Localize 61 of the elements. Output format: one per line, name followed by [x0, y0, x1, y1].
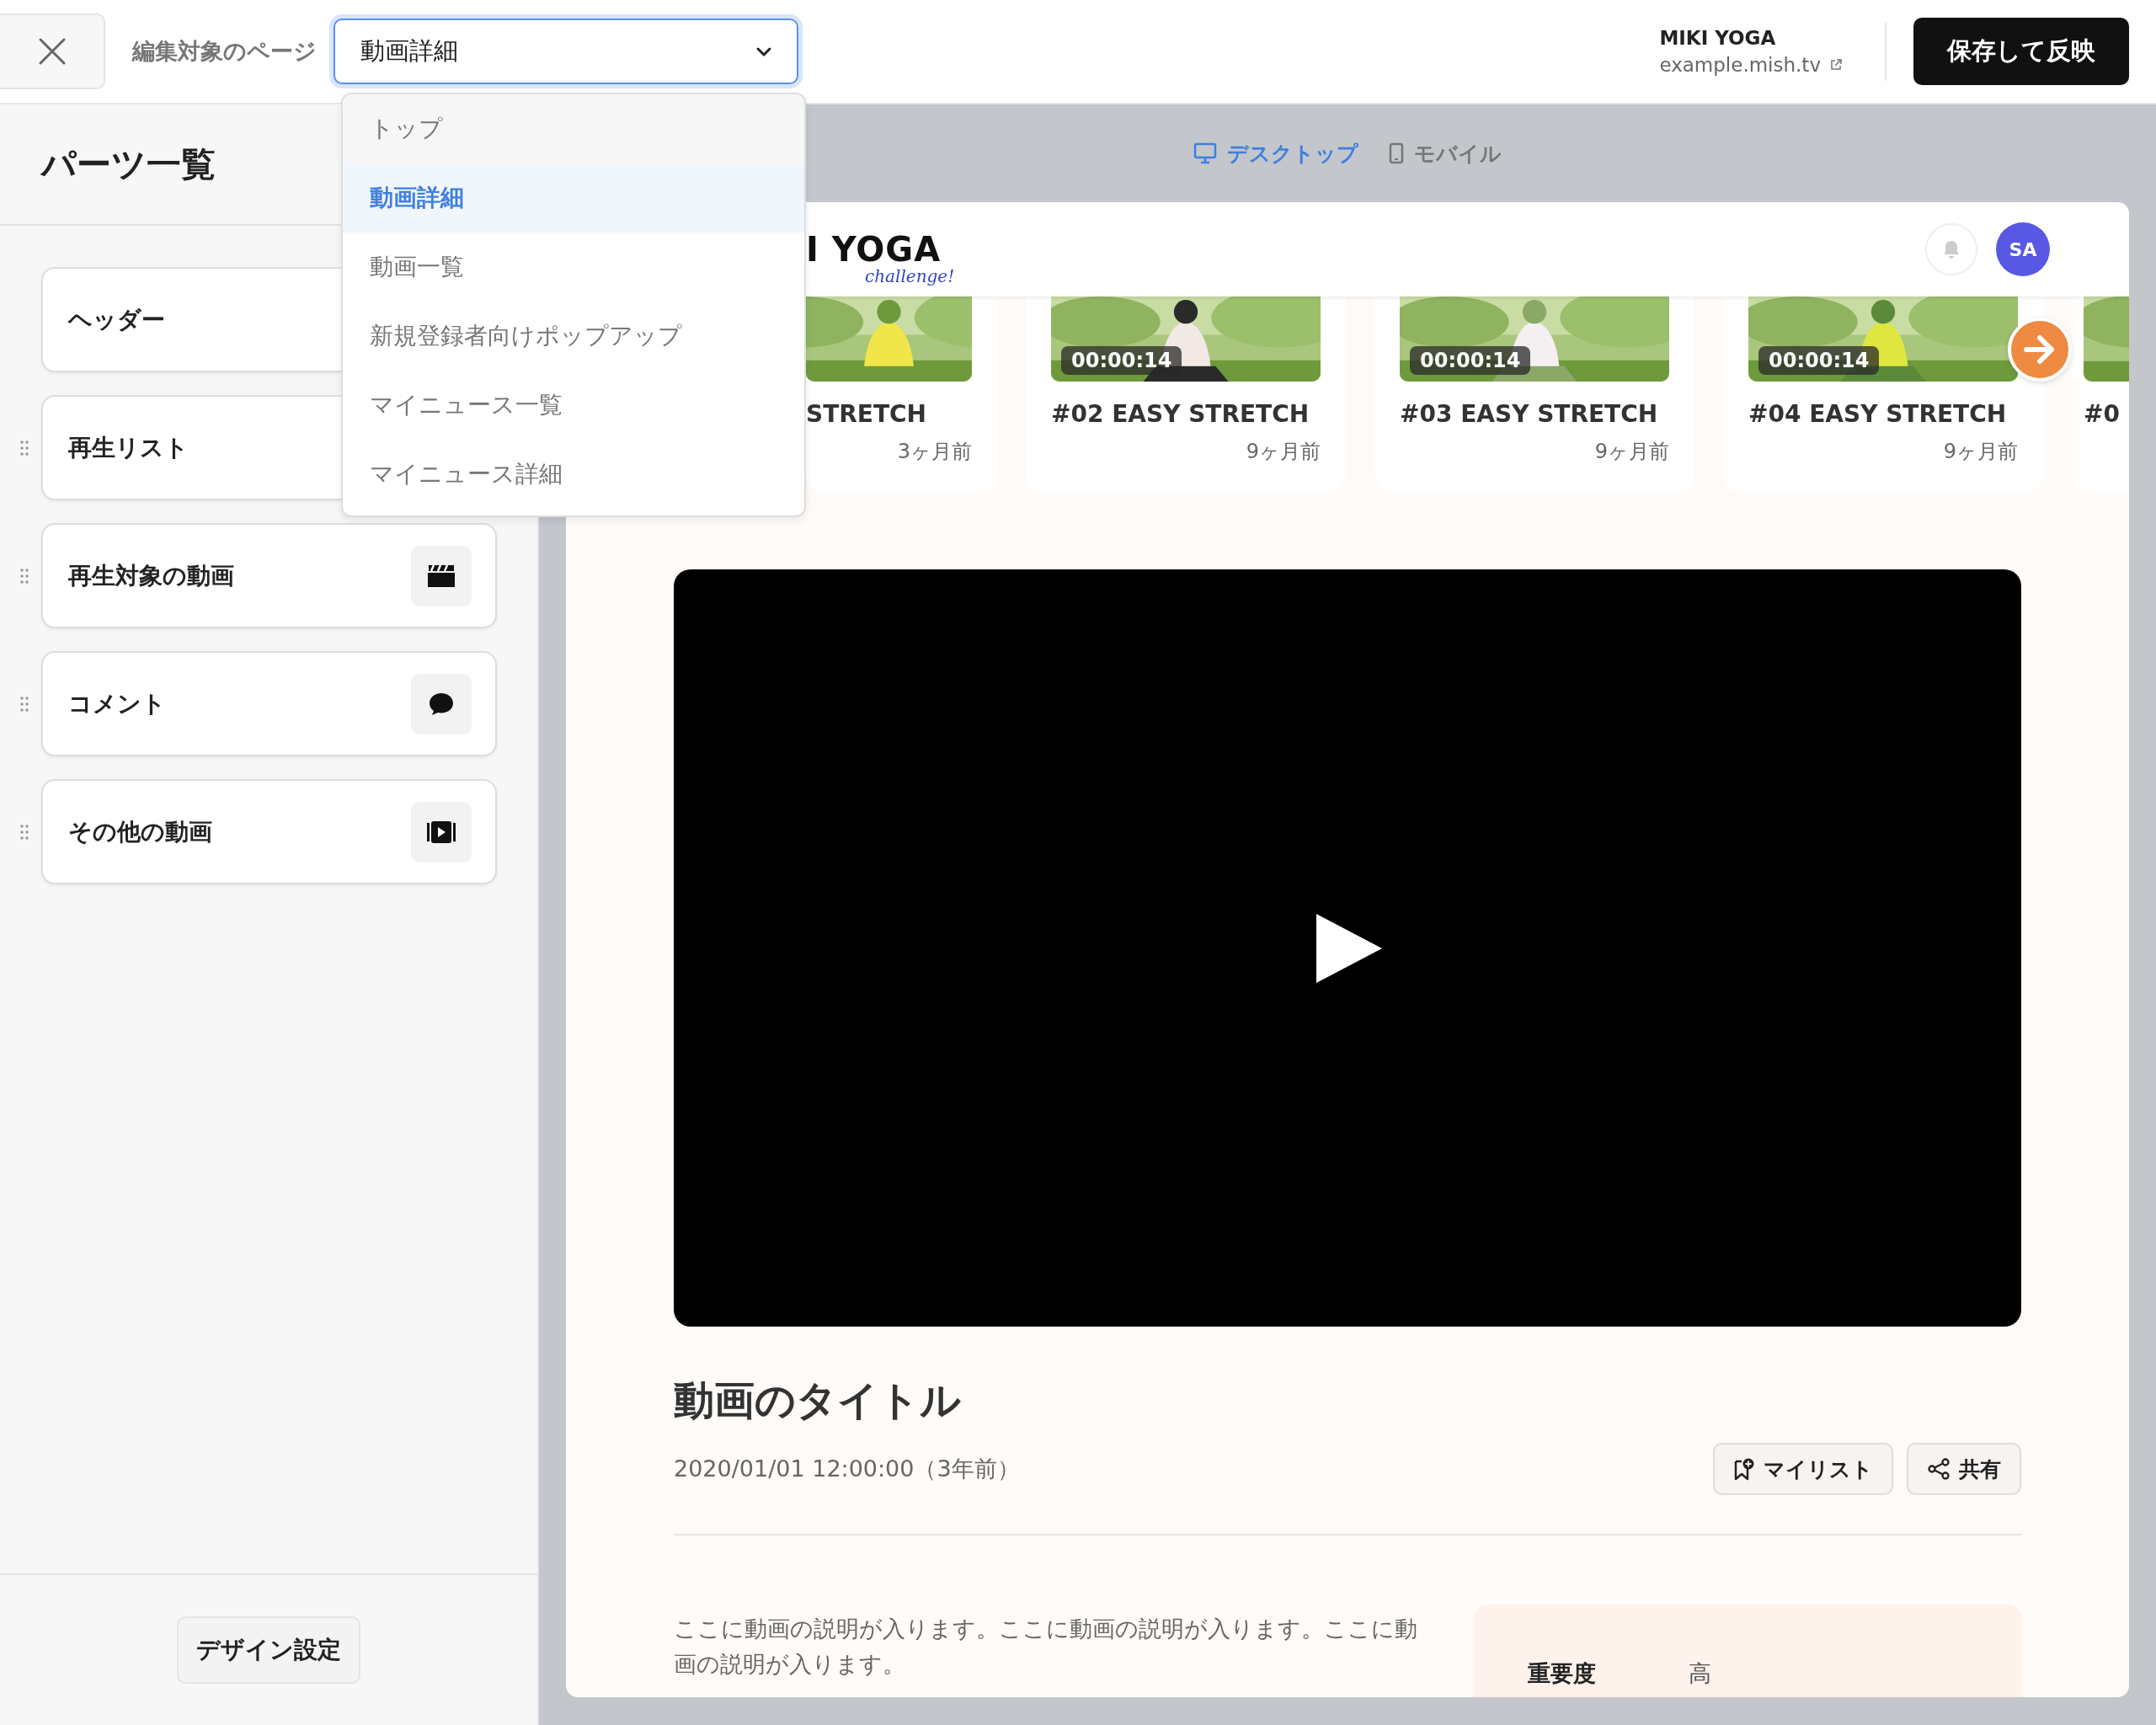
part-label: ヘッダー: [68, 304, 165, 335]
logo-tagline: challenge!: [865, 268, 955, 285]
clapperboard-icon: [426, 563, 456, 589]
drag-handle-icon[interactable]: [19, 567, 29, 585]
video-card[interactable]: 00:00:14 #02 EASY STRETCH 9ヶ月前: [1026, 296, 1346, 493]
site-url-link[interactable]: example.mish.tv: [1659, 54, 1821, 76]
video-title: STRETCH: [806, 400, 928, 428]
video-title: #02 EASY STRETCH: [1051, 400, 1310, 428]
share-icon: [1927, 1457, 1951, 1481]
save-button[interactable]: 保存して反映: [1913, 18, 2129, 85]
phone-icon: [1389, 142, 1404, 164]
video-icon: [426, 820, 456, 844]
external-link-icon: [1829, 58, 1843, 72]
video-heading: 動画のタイトル: [674, 1375, 962, 1425]
page-select-label: 編集対象のページ: [132, 37, 317, 66]
video-title: #0: [2084, 400, 2121, 428]
video-card[interactable]: STRETCH 3ヶ月前: [806, 296, 997, 493]
design-settings-button[interactable]: デザイン設定: [177, 1616, 360, 1684]
video-card[interactable]: 00:00:14 #04 EASY STRETCH 9ヶ月前: [1723, 296, 2043, 493]
drag-handle-icon[interactable]: [19, 439, 29, 457]
part-label: 再生リスト: [68, 432, 189, 463]
video-age: 9ヶ月前: [1943, 439, 2018, 465]
part-label: 再生対象の動画: [68, 560, 234, 591]
site-name: MIKI YOGA: [1659, 27, 1777, 49]
menu-option[interactable]: 動画詳細: [343, 163, 804, 232]
video-age: 9ヶ月前: [1594, 439, 1669, 465]
video-date: 2020/01/01 12:00:00（3年前）: [674, 1455, 1020, 1483]
bookmark-plus-icon: [1733, 1457, 1755, 1481]
drag-handle-icon[interactable]: [19, 695, 29, 713]
duration-badge: 00:00:14: [1410, 346, 1531, 375]
video-card[interactable]: 00:00:14 #03 EASY STRETCH 9ヶ月前: [1374, 296, 1694, 493]
arrow-right-icon: [2023, 334, 2057, 365]
info-label: 重要度: [1528, 1659, 1596, 1688]
close-button[interactable]: [0, 13, 105, 89]
video-description: ここに動画の説明が入ります。ここに動画の説明が入ります。ここに動画の説明が入ります。: [674, 1615, 1418, 1679]
video-title: #03 EASY STRETCH: [1400, 400, 1659, 428]
video-card[interactable]: #0: [2072, 296, 2129, 493]
sidebar-title: パーツ一覧: [41, 142, 216, 186]
close-icon: [37, 37, 67, 66]
speech-bubble-icon: [428, 691, 455, 717]
video-title: #04 EASY STRETCH: [1748, 400, 2008, 428]
next-button[interactable]: [2008, 318, 2072, 382]
part-card[interactable]: 再生対象の動画: [41, 523, 497, 628]
drag-handle-icon[interactable]: [19, 823, 29, 841]
site-logo: I YOGA: [806, 232, 942, 266]
monitor-icon: [1193, 142, 1217, 164]
part-card[interactable]: その他の動画: [41, 779, 497, 884]
chevron-down-icon: [755, 45, 773, 57]
part-card[interactable]: コメント: [41, 651, 497, 756]
video-age: 9ヶ月前: [1246, 439, 1321, 465]
part-label: その他の動画: [68, 816, 212, 847]
video-age: 3ヶ月前: [897, 439, 972, 465]
duration-badge: 00:00:14: [1061, 346, 1182, 375]
duration-badge: 00:00:14: [1758, 346, 1880, 375]
part-label: コメント: [68, 688, 166, 719]
menu-option[interactable]: トップ: [343, 94, 804, 163]
user-avatar[interactable]: SA: [1996, 222, 2050, 276]
bell-icon: [1942, 239, 1961, 259]
action-button[interactable]: 共有: [1907, 1443, 2021, 1495]
action-button[interactable]: マイリスト: [1713, 1443, 1893, 1495]
info-value: 高: [1689, 1659, 1711, 1688]
